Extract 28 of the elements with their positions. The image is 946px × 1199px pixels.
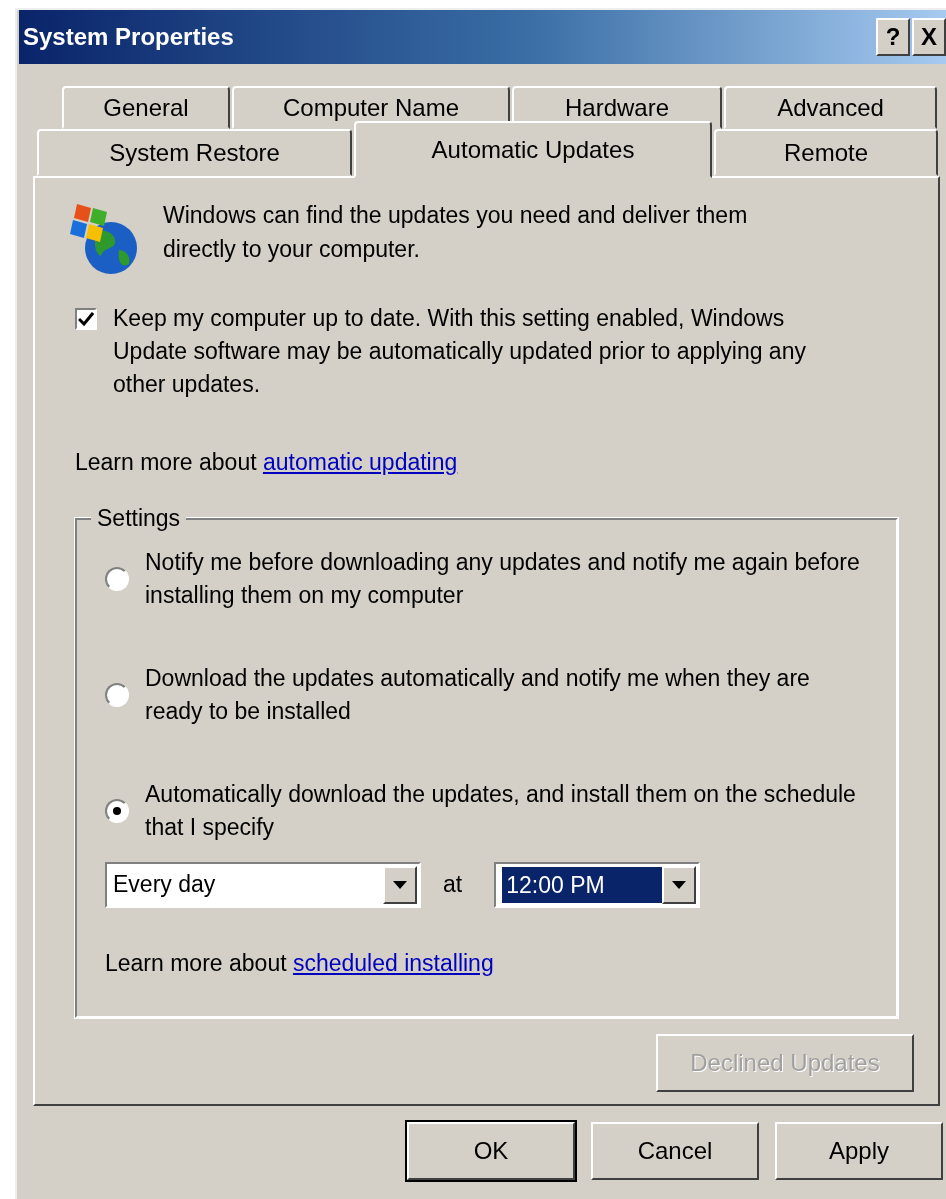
time-dropdown[interactable]: 12:00 PM xyxy=(494,861,701,908)
dialog-button[interactable]: Apply xyxy=(775,1122,943,1180)
intro-text: Windows can find the updates you need and deliver them directly to your computer. xyxy=(163,201,749,264)
radio-button[interactable] xyxy=(105,566,129,591)
checkbox-label: Keep my computer up to date. With this setting enabled, Windows Update software may be automatically updated prior to applying any other updates. xyxy=(113,304,807,399)
radio-label: Notify me before downloading any updates and notify me again before installing them on my computer xyxy=(145,547,861,610)
tab[interactable]: General xyxy=(62,86,230,129)
keep-updated-checkbox[interactable] xyxy=(75,308,97,330)
dialog-button[interactable]: Cancel xyxy=(591,1122,759,1180)
help-link[interactable]: automatic updating xyxy=(262,449,458,475)
help-link[interactable]: scheduled installing xyxy=(292,949,494,976)
tab[interactable]: Remote xyxy=(714,129,938,176)
close-button[interactable]: X xyxy=(912,18,946,56)
tab[interactable]: Automatic Updates xyxy=(354,121,712,178)
radio-button[interactable] xyxy=(105,798,129,823)
learn-more-text: Learn more about scheduled installing xyxy=(105,948,495,978)
at-label: at xyxy=(443,870,463,900)
learn-more-text: Learn more about automatic updating xyxy=(75,448,459,477)
radio-label: Automatically download the updates, and install them on the schedule that I specify xyxy=(145,779,857,842)
radio-button[interactable] xyxy=(105,682,129,707)
tab[interactable]: System Restore xyxy=(37,129,352,176)
help-button[interactable]: ? xyxy=(876,18,910,56)
dialog-button[interactable]: OK xyxy=(407,1122,575,1180)
day-dropdown[interactable]: Every day xyxy=(105,861,421,908)
tab[interactable]: Advanced xyxy=(724,86,937,129)
radio-label: Download the updates automatically and notify me when they are ready to be installed xyxy=(145,663,811,726)
tab[interactable]: Computer Name xyxy=(232,86,510,129)
window-title: System Properties xyxy=(23,22,234,52)
